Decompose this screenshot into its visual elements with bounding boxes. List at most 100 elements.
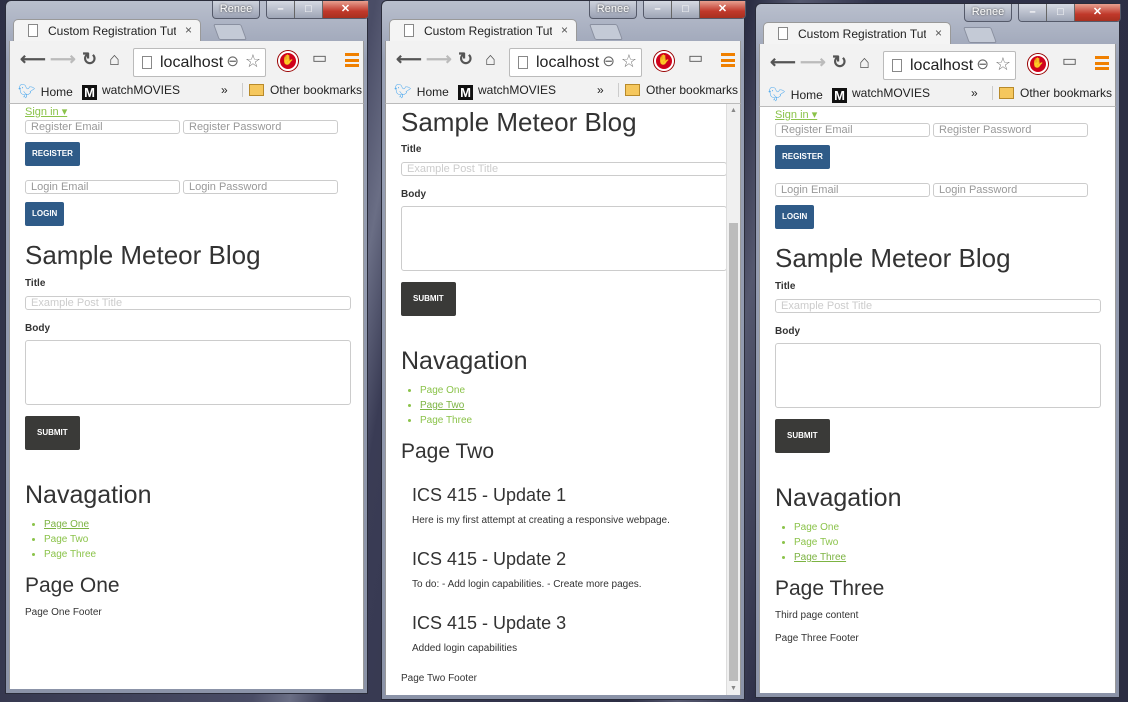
forward-icon[interactable]: ⟶ bbox=[800, 52, 826, 72]
bookmarks-overflow-button[interactable]: » bbox=[597, 83, 604, 97]
menu-icon[interactable] bbox=[721, 53, 735, 67]
menu-icon[interactable] bbox=[345, 53, 359, 67]
minimize-button[interactable]: – bbox=[1019, 4, 1047, 21]
cast-icon[interactable]: ▭ bbox=[312, 49, 327, 69]
maximize-button[interactable]: □ bbox=[672, 1, 700, 18]
home-icon[interactable]: ⌂ bbox=[109, 49, 120, 69]
bookmark-home[interactable]: 🐦︎ Home bbox=[768, 86, 823, 103]
forward-icon[interactable]: ⟶ bbox=[426, 49, 452, 69]
new-tab-button[interactable] bbox=[963, 27, 997, 43]
menu-icon[interactable] bbox=[1095, 56, 1109, 70]
scrollbar-thumb[interactable] bbox=[729, 223, 738, 681]
submit-button[interactable]: SUBMIT bbox=[401, 282, 456, 316]
adblock-icon[interactable]: ✋ bbox=[1028, 54, 1048, 74]
tab-active[interactable]: Custom Registration Tutorial × bbox=[763, 22, 951, 45]
title-input[interactable]: Example Post Title bbox=[401, 162, 727, 176]
body-textarea[interactable] bbox=[25, 340, 351, 405]
nav-link-page-three[interactable]: Page Three bbox=[420, 415, 472, 426]
forward-icon[interactable]: ⟶ bbox=[50, 49, 76, 69]
minimize-button[interactable]: – bbox=[267, 1, 295, 18]
scroll-up-icon[interactable]: ▲ bbox=[730, 107, 737, 114]
register-email-input[interactable]: Register Email bbox=[775, 123, 930, 137]
maximize-button[interactable]: □ bbox=[1047, 4, 1075, 21]
nav-link-page-two[interactable]: Page Two bbox=[44, 534, 88, 545]
reload-icon[interactable]: ↻ bbox=[832, 52, 847, 72]
profile-button[interactable]: Renee bbox=[964, 4, 1012, 22]
nav-link-page-three[interactable]: Page Three bbox=[44, 549, 96, 560]
login-button[interactable]: LOGIN bbox=[775, 205, 815, 229]
tab-close-icon[interactable]: × bbox=[185, 23, 192, 37]
new-tab-button[interactable] bbox=[589, 24, 623, 40]
nav-link-page-one[interactable]: Page One bbox=[794, 522, 839, 533]
register-button[interactable]: REGISTER bbox=[775, 145, 830, 169]
tab-close-icon[interactable]: × bbox=[561, 23, 568, 37]
login-button[interactable]: LOGIN bbox=[25, 202, 65, 226]
adblock-icon[interactable]: ✋ bbox=[654, 51, 674, 71]
profile-button[interactable]: Renee bbox=[589, 1, 637, 19]
bookmarks-overflow-button[interactable]: » bbox=[221, 83, 228, 97]
tab-close-icon[interactable]: × bbox=[935, 26, 942, 40]
title-input[interactable]: Example Post Title bbox=[25, 296, 351, 310]
close-window-button[interactable]: ✕ bbox=[700, 1, 745, 18]
bookmark-home[interactable]: 🐦︎ Home bbox=[394, 83, 449, 100]
cast-icon[interactable]: ▭ bbox=[1062, 52, 1077, 72]
zoom-icon[interactable]: ⊖ bbox=[976, 55, 989, 73]
new-tab-button[interactable] bbox=[213, 24, 247, 40]
title-input[interactable]: Example Post Title bbox=[775, 299, 1101, 313]
back-icon[interactable]: ⟵ bbox=[20, 49, 46, 69]
maximize-button[interactable]: □ bbox=[295, 1, 323, 18]
bookmark-star-icon[interactable]: ☆ bbox=[995, 54, 1011, 75]
nav-heading: Navagation bbox=[401, 347, 528, 375]
login-password-input[interactable]: Login Password bbox=[183, 180, 338, 194]
address-bar[interactable]: localhost ⊖ ☆ bbox=[509, 48, 642, 77]
address-bar[interactable]: localhost ⊖ ☆ bbox=[883, 51, 1016, 80]
login-email-input[interactable]: Login Email bbox=[25, 180, 180, 194]
sign-in-link[interactable]: Sign in ▾ bbox=[775, 108, 1115, 122]
tab-active[interactable]: Custom Registration Tutorial × bbox=[389, 19, 577, 42]
submit-button[interactable]: SUBMIT bbox=[25, 416, 80, 450]
nav-link-page-three[interactable]: Page Three bbox=[794, 552, 846, 563]
back-icon[interactable]: ⟵ bbox=[396, 49, 422, 69]
submit-button[interactable]: SUBMIT bbox=[775, 419, 830, 453]
other-bookmarks[interactable]: Other bookmarks bbox=[618, 83, 738, 97]
back-icon[interactable]: ⟵ bbox=[770, 52, 796, 72]
nav-link-page-one[interactable]: Page One bbox=[420, 385, 465, 396]
scrollbar[interactable]: ▲ ▼ bbox=[726, 104, 740, 695]
register-button[interactable]: REGISTER bbox=[25, 142, 80, 166]
cast-icon[interactable]: ▭ bbox=[688, 49, 703, 69]
adblock-icon[interactable]: ✋ bbox=[278, 51, 298, 71]
profile-button[interactable]: Renee bbox=[212, 1, 260, 19]
bookmarks-overflow-button[interactable]: » bbox=[971, 86, 978, 100]
bookmark-watchmovies[interactable]: MwatchMOVIES bbox=[832, 86, 930, 103]
body-textarea[interactable] bbox=[775, 343, 1101, 408]
body-textarea[interactable] bbox=[401, 206, 727, 271]
close-window-button[interactable]: ✕ bbox=[1075, 4, 1120, 21]
nav-link-page-two[interactable]: Page Two bbox=[420, 400, 464, 411]
home-icon[interactable]: ⌂ bbox=[859, 52, 870, 72]
bookmark-star-icon[interactable]: ☆ bbox=[245, 51, 261, 72]
bookmark-watchmovies[interactable]: MwatchMOVIES bbox=[458, 83, 556, 100]
other-bookmarks[interactable]: Other bookmarks bbox=[992, 86, 1112, 100]
login-email-input[interactable]: Login Email bbox=[775, 183, 930, 197]
tab-active[interactable]: Custom Registration Tutorial × bbox=[13, 19, 201, 42]
reload-icon[interactable]: ↻ bbox=[82, 49, 97, 69]
address-bar[interactable]: localhost ⊖ ☆ bbox=[133, 48, 266, 77]
minimize-button[interactable]: – bbox=[644, 1, 672, 18]
reload-icon[interactable]: ↻ bbox=[458, 49, 473, 69]
register-email-input[interactable]: Register Email bbox=[25, 120, 180, 134]
home-icon[interactable]: ⌂ bbox=[485, 49, 496, 69]
close-window-button[interactable]: ✕ bbox=[323, 1, 368, 18]
register-password-input[interactable]: Register Password bbox=[933, 123, 1088, 137]
nav-link-page-one[interactable]: Page One bbox=[44, 519, 89, 530]
zoom-icon[interactable]: ⊖ bbox=[226, 52, 239, 70]
bookmark-watchmovies[interactable]: MwatchMOVIES bbox=[82, 83, 180, 100]
login-password-input[interactable]: Login Password bbox=[933, 183, 1088, 197]
sign-in-link[interactable]: Sign in ▾ bbox=[25, 105, 363, 119]
nav-link-page-two[interactable]: Page Two bbox=[794, 537, 838, 548]
bookmark-star-icon[interactable]: ☆ bbox=[621, 51, 637, 72]
scroll-down-icon[interactable]: ▼ bbox=[730, 685, 737, 692]
register-password-input[interactable]: Register Password bbox=[183, 120, 338, 134]
bookmark-home[interactable]: 🐦︎ Home bbox=[18, 83, 73, 100]
other-bookmarks[interactable]: Other bookmarks bbox=[242, 83, 362, 97]
zoom-icon[interactable]: ⊖ bbox=[602, 52, 615, 70]
